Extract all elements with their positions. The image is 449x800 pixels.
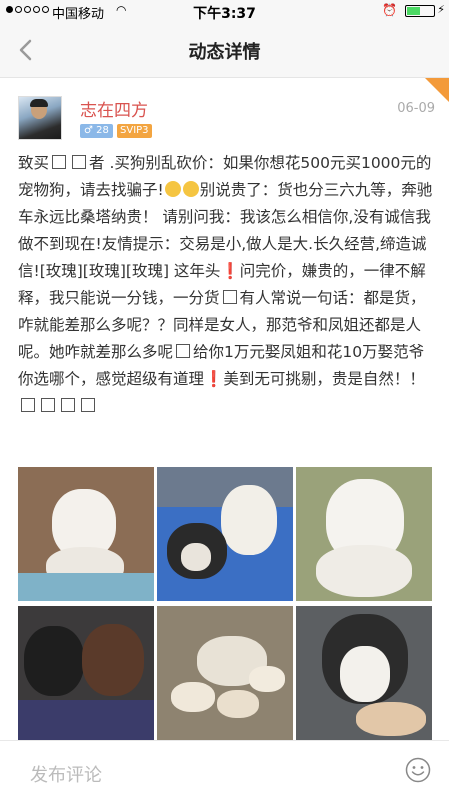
battery-icon	[405, 5, 435, 17]
exclamation-icon: ❗	[220, 262, 240, 280]
avatar[interactable]	[18, 96, 62, 140]
photo-white-puppy-1[interactable]	[18, 467, 154, 601]
missing-glyph-icon	[222, 290, 237, 304]
photo-dark-puppies[interactable]	[18, 606, 154, 740]
missing-glyph-icon	[72, 155, 87, 169]
missing-glyph-icon	[61, 398, 75, 412]
photo-husky-puppies[interactable]	[157, 467, 293, 601]
sunglasses-emoji-icon	[164, 181, 181, 197]
username[interactable]: 志在四方	[80, 96, 148, 121]
gender-age-badge: ♂ 28	[80, 124, 113, 138]
missing-glyph-icon	[21, 398, 35, 412]
photo-husky-puppy[interactable]	[296, 606, 432, 740]
exclamation-icon: ❗	[204, 370, 224, 388]
alarm-icon: ⏰	[382, 3, 397, 17]
page-title: 动态详情	[188, 42, 261, 63]
missing-glyph-icon	[176, 344, 191, 358]
comment-bar: 发布评论	[0, 740, 449, 800]
post-text-part: 致买	[18, 154, 50, 172]
photo-white-puppy-2[interactable]	[296, 467, 432, 601]
corner-ribbon	[425, 78, 449, 102]
nav-bar: 动态详情	[0, 22, 449, 78]
status-bar: 中国移动 ◠ 下午3:37 ⏰ ⚡	[0, 0, 449, 22]
comment-input[interactable]: 发布评论	[30, 761, 102, 787]
post-text-part: 美到无可挑剔，贵是自然！！	[223, 370, 425, 388]
charging-icon: ⚡	[437, 3, 445, 16]
missing-glyph-icon	[52, 155, 67, 169]
missing-glyph-icon	[41, 398, 55, 412]
missing-glyph-icon	[81, 398, 95, 412]
sunglasses-emoji-icon	[182, 181, 199, 197]
photo-litter-puppies[interactable]	[157, 606, 293, 740]
post-date: 06-09	[397, 101, 435, 116]
smile-icon[interactable]	[405, 757, 431, 783]
vip-badge: SVIP3	[117, 124, 152, 138]
post-content: 致买者 .买狗别乱砍价：如果你想花500元买1000元的宠物狗，请去找骗子! 别说…	[18, 150, 434, 420]
